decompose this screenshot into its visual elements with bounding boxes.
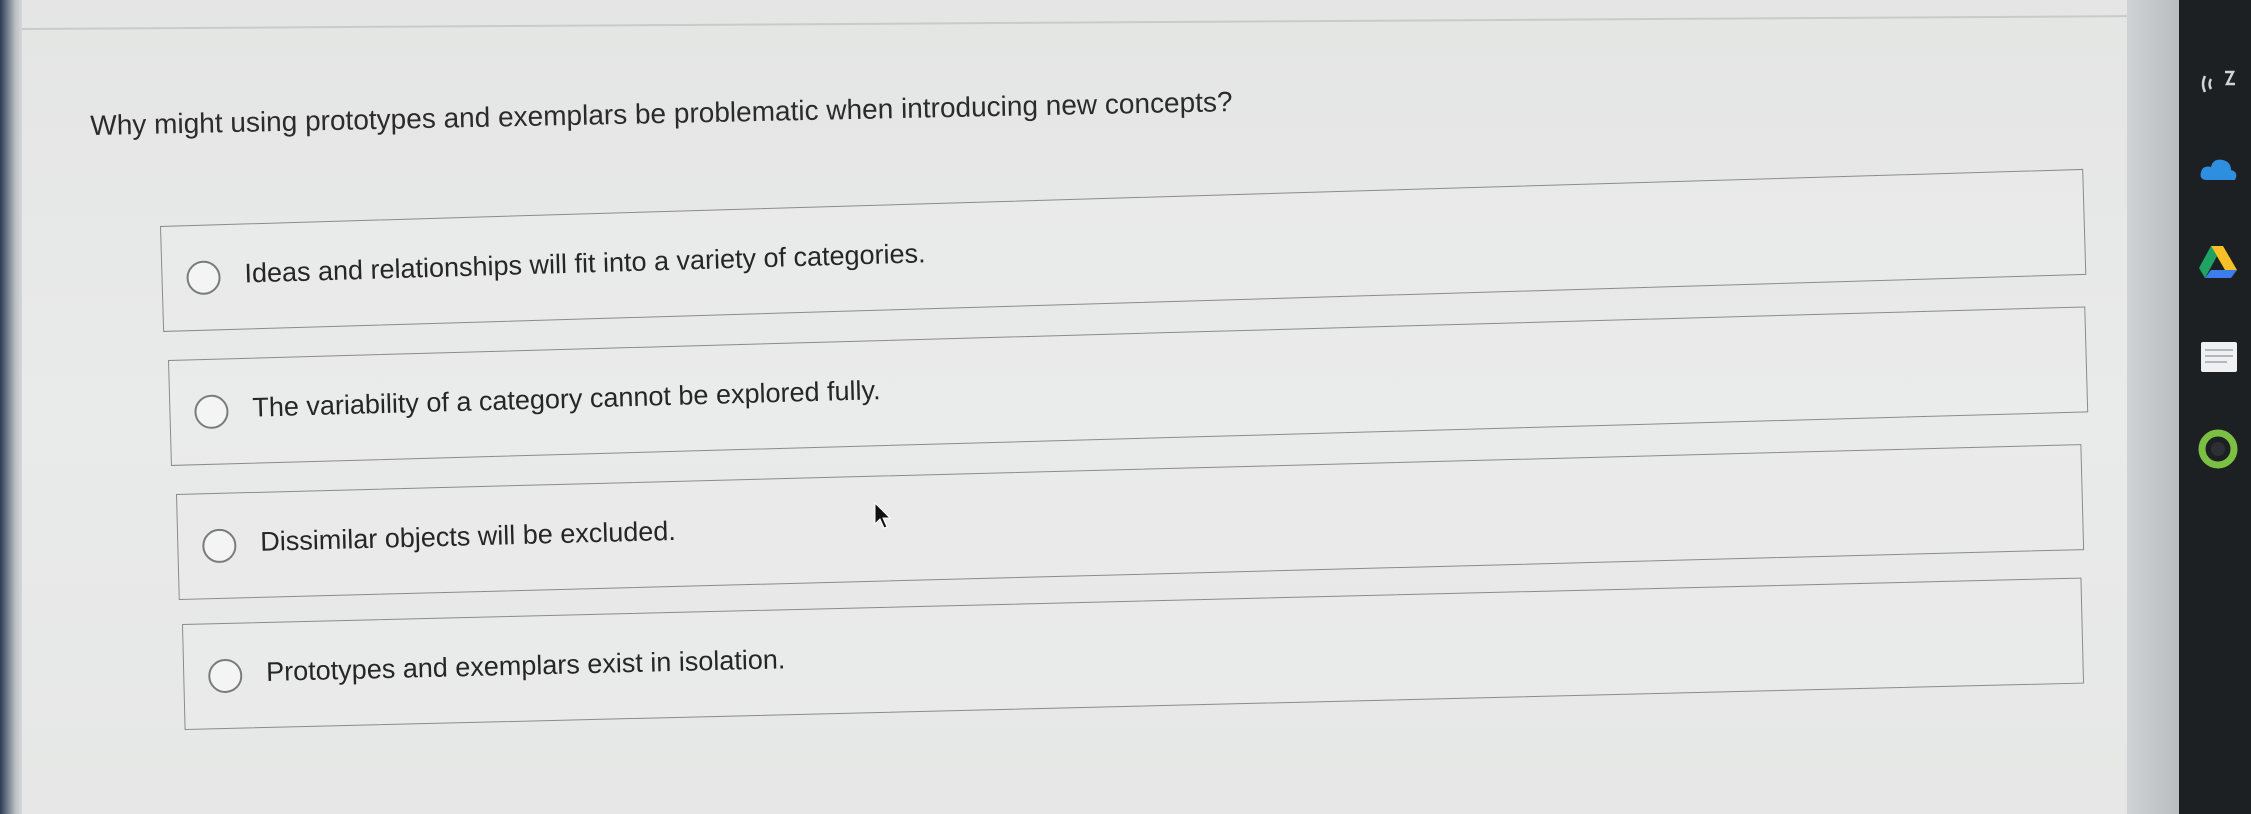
option-label-1: Ideas and relationships will fit into a …: [244, 238, 926, 289]
answer-option-1[interactable]: Ideas and relationships will fit into a …: [160, 168, 2087, 332]
radio-button-1[interactable]: [186, 260, 222, 296]
header-divider: [22, 15, 2127, 30]
option-label-3: Dissimilar objects will be excluded.: [259, 515, 677, 557]
answer-option-4[interactable]: Prototypes and exemplars exist in isolat…: [182, 577, 2085, 730]
circle-app-icon[interactable]: [2197, 428, 2239, 470]
document-icon[interactable]: [2197, 336, 2239, 378]
side-dock: [2179, 0, 2251, 814]
quiz-page: Why might using prototypes and exemplars…: [22, 0, 2127, 814]
screen: Why might using prototypes and exemplars…: [0, 0, 2251, 814]
question-text: Why might using prototypes and exemplars…: [90, 86, 1233, 141]
answer-option-2[interactable]: The variability of a category cannot be …: [168, 306, 2089, 466]
right-bezel: [2127, 0, 2179, 814]
option-label-2: The variability of a category cannot be …: [251, 375, 881, 423]
cloud-icon[interactable]: [2197, 150, 2239, 192]
wifi-share-icon[interactable]: [2197, 62, 2239, 104]
left-bezel: [0, 0, 22, 814]
answer-option-3[interactable]: Dissimilar objects will be excluded.: [176, 444, 2085, 600]
mouse-cursor-icon: [874, 502, 892, 529]
drive-icon[interactable]: [2197, 240, 2239, 282]
option-label-4: Prototypes and exemplars exist in isolat…: [265, 644, 786, 687]
radio-button-4[interactable]: [207, 658, 243, 694]
radio-button-3[interactable]: [201, 528, 237, 564]
radio-button-2[interactable]: [193, 394, 229, 430]
